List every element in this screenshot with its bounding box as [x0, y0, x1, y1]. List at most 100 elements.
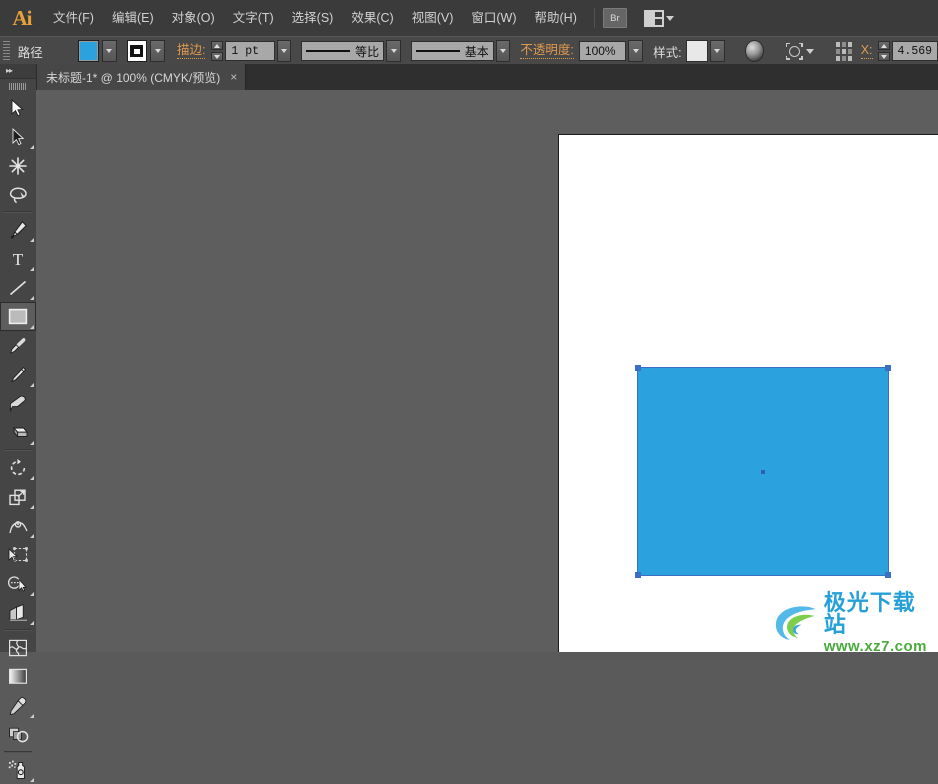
document-tab-bar: 未标题-1* @ 100% (CMYK/预览) ×: [0, 64, 938, 91]
rotate-tool[interactable]: [0, 453, 36, 482]
stroke-color-swatch[interactable]: [126, 40, 148, 62]
tool-options-corner: [30, 267, 34, 271]
tool-options-corner: [30, 714, 34, 718]
magic-wand-tool[interactable]: [0, 151, 36, 180]
canvas-area[interactable]: [36, 90, 938, 652]
shape-center-point: [761, 469, 765, 474]
tool-options-corner: [30, 145, 34, 149]
pen-tool[interactable]: [0, 215, 36, 244]
recolor-artwork-icon[interactable]: [744, 40, 764, 62]
menu-bar: Ai 文件(F) 编辑(E) 对象(O) 文字(T) 选择(S) 效果(C) 视…: [0, 0, 938, 36]
width-tool[interactable]: [0, 511, 36, 540]
lasso-tool[interactable]: [0, 180, 36, 209]
fill-color-dropdown[interactable]: [101, 40, 117, 62]
mesh-tool[interactable]: [0, 633, 36, 662]
stroke-weight-dropdown[interactable]: [276, 40, 292, 62]
width-profile-dropdown[interactable]: [386, 40, 401, 62]
opacity-input[interactable]: 100%: [578, 41, 627, 61]
graphic-style-swatch[interactable]: [685, 40, 708, 62]
menu-type[interactable]: 文字(T): [224, 0, 283, 36]
tools-divider: [4, 211, 32, 213]
width-profile-preview: [306, 50, 351, 52]
pencil-tool[interactable]: [0, 360, 36, 389]
app-logo: Ai: [12, 5, 33, 30]
watermark-logo-icon: [775, 606, 816, 640]
opacity-dropdown[interactable]: [628, 40, 644, 62]
eraser-tool[interactable]: [0, 418, 36, 447]
control-bar: 路径 描边: 1 pt 等比 基本 不透明度: 100% 样式: X: 4.56…: [0, 36, 938, 66]
tool-options-corner: [30, 296, 34, 300]
svg-text:T: T: [13, 250, 24, 268]
perspective-grid-tool[interactable]: [0, 598, 36, 627]
menu-window[interactable]: 窗口(W): [462, 0, 525, 36]
blend-tool[interactable]: [0, 720, 36, 749]
arrange-documents-icon[interactable]: [640, 9, 678, 27]
transform-reference-point-icon[interactable]: [835, 41, 852, 61]
eyedropper-tool[interactable]: [0, 691, 36, 720]
x-coordinate-label[interactable]: X:: [860, 43, 873, 59]
selection-type-label: 路径: [17, 45, 43, 60]
menu-effect[interactable]: 效果(C): [342, 0, 402, 36]
chevron-down-icon: [281, 49, 288, 53]
scale-tool[interactable]: [0, 482, 36, 511]
arrange-glyph: [643, 9, 664, 27]
watermark: 极光下载站 www.xz7.com: [772, 592, 938, 654]
menu-select[interactable]: 选择(S): [283, 0, 343, 36]
x-coordinate-stepper[interactable]: [877, 41, 890, 61]
menu-help[interactable]: 帮助(H): [526, 0, 586, 36]
isolate-object-button[interactable]: [785, 42, 814, 60]
stroke-color-dropdown[interactable]: [150, 40, 165, 62]
chevron-down-icon: [500, 49, 507, 53]
line-segment-tool[interactable]: [0, 273, 36, 302]
selected-rectangle[interactable]: [635, 365, 891, 578]
tools-panel-grip[interactable]: [0, 79, 36, 93]
brush-definition-dropdown[interactable]: [495, 40, 511, 62]
paintbrush-tool[interactable]: [0, 331, 36, 360]
chevron-down-icon: [106, 49, 113, 53]
tool-options-corner: [30, 534, 34, 538]
chevron-down-icon: [805, 48, 814, 54]
chevron-down-icon: [665, 15, 674, 21]
selection-edge-top: [638, 367, 888, 368]
type-tool[interactable]: T: [0, 244, 36, 273]
tool-options-corner: [30, 592, 34, 596]
tool-options-corner: [30, 441, 34, 445]
x-coordinate-input[interactable]: 4.569: [891, 41, 938, 61]
document-tab[interactable]: 未标题-1* @ 100% (CMYK/预览) ×: [36, 64, 247, 90]
opacity-label[interactable]: 不透明度:: [520, 43, 574, 59]
direct-selection-tool[interactable]: [0, 122, 36, 151]
watermark-url: www.xz7.com: [823, 637, 928, 655]
tools-panel-collapse[interactable]: ▸▸: [0, 64, 36, 79]
selection-tool[interactable]: [0, 93, 36, 122]
selection-handle-bottom-right[interactable]: [885, 572, 891, 578]
symbol-sprayer-tool[interactable]: [0, 755, 36, 784]
stroke-weight-label[interactable]: 描边:: [176, 43, 206, 59]
stroke-weight-stepper[interactable]: [211, 41, 224, 61]
shape-builder-tool[interactable]: [0, 569, 36, 598]
width-profile-combo[interactable]: 等比: [301, 41, 385, 61]
graphic-style-dropdown[interactable]: [709, 40, 725, 62]
close-icon[interactable]: ×: [230, 71, 237, 83]
graphic-style-label: 样式:: [653, 45, 682, 60]
stroke-weight-input[interactable]: 1 pt: [225, 41, 275, 61]
gradient-tool[interactable]: [0, 662, 36, 691]
control-bar-grip[interactable]: [3, 41, 10, 61]
fill-color-swatch[interactable]: [78, 40, 99, 62]
tools-divider: [4, 751, 32, 753]
blob-brush-tool[interactable]: [0, 389, 36, 418]
menu-edit[interactable]: 编辑(E): [103, 0, 163, 36]
selection-handle-bottom-left[interactable]: [635, 572, 641, 578]
selection-handle-top-right[interactable]: [885, 365, 891, 371]
free-transform-tool[interactable]: [0, 540, 36, 569]
menu-spacer: [633, 8, 634, 28]
tools-panel: ▸▸ T: [0, 64, 37, 782]
brush-definition-combo[interactable]: 基本: [410, 41, 494, 61]
tool-options-corner: [30, 325, 34, 329]
brush-preview: [415, 50, 460, 52]
rectangle-tool[interactable]: [0, 302, 36, 331]
selection-handle-top-left[interactable]: [635, 365, 641, 371]
menu-file[interactable]: 文件(F): [44, 0, 103, 36]
bridge-icon[interactable]: Br: [602, 8, 627, 28]
menu-view[interactable]: 视图(V): [403, 0, 463, 36]
menu-object[interactable]: 对象(O): [163, 0, 224, 36]
